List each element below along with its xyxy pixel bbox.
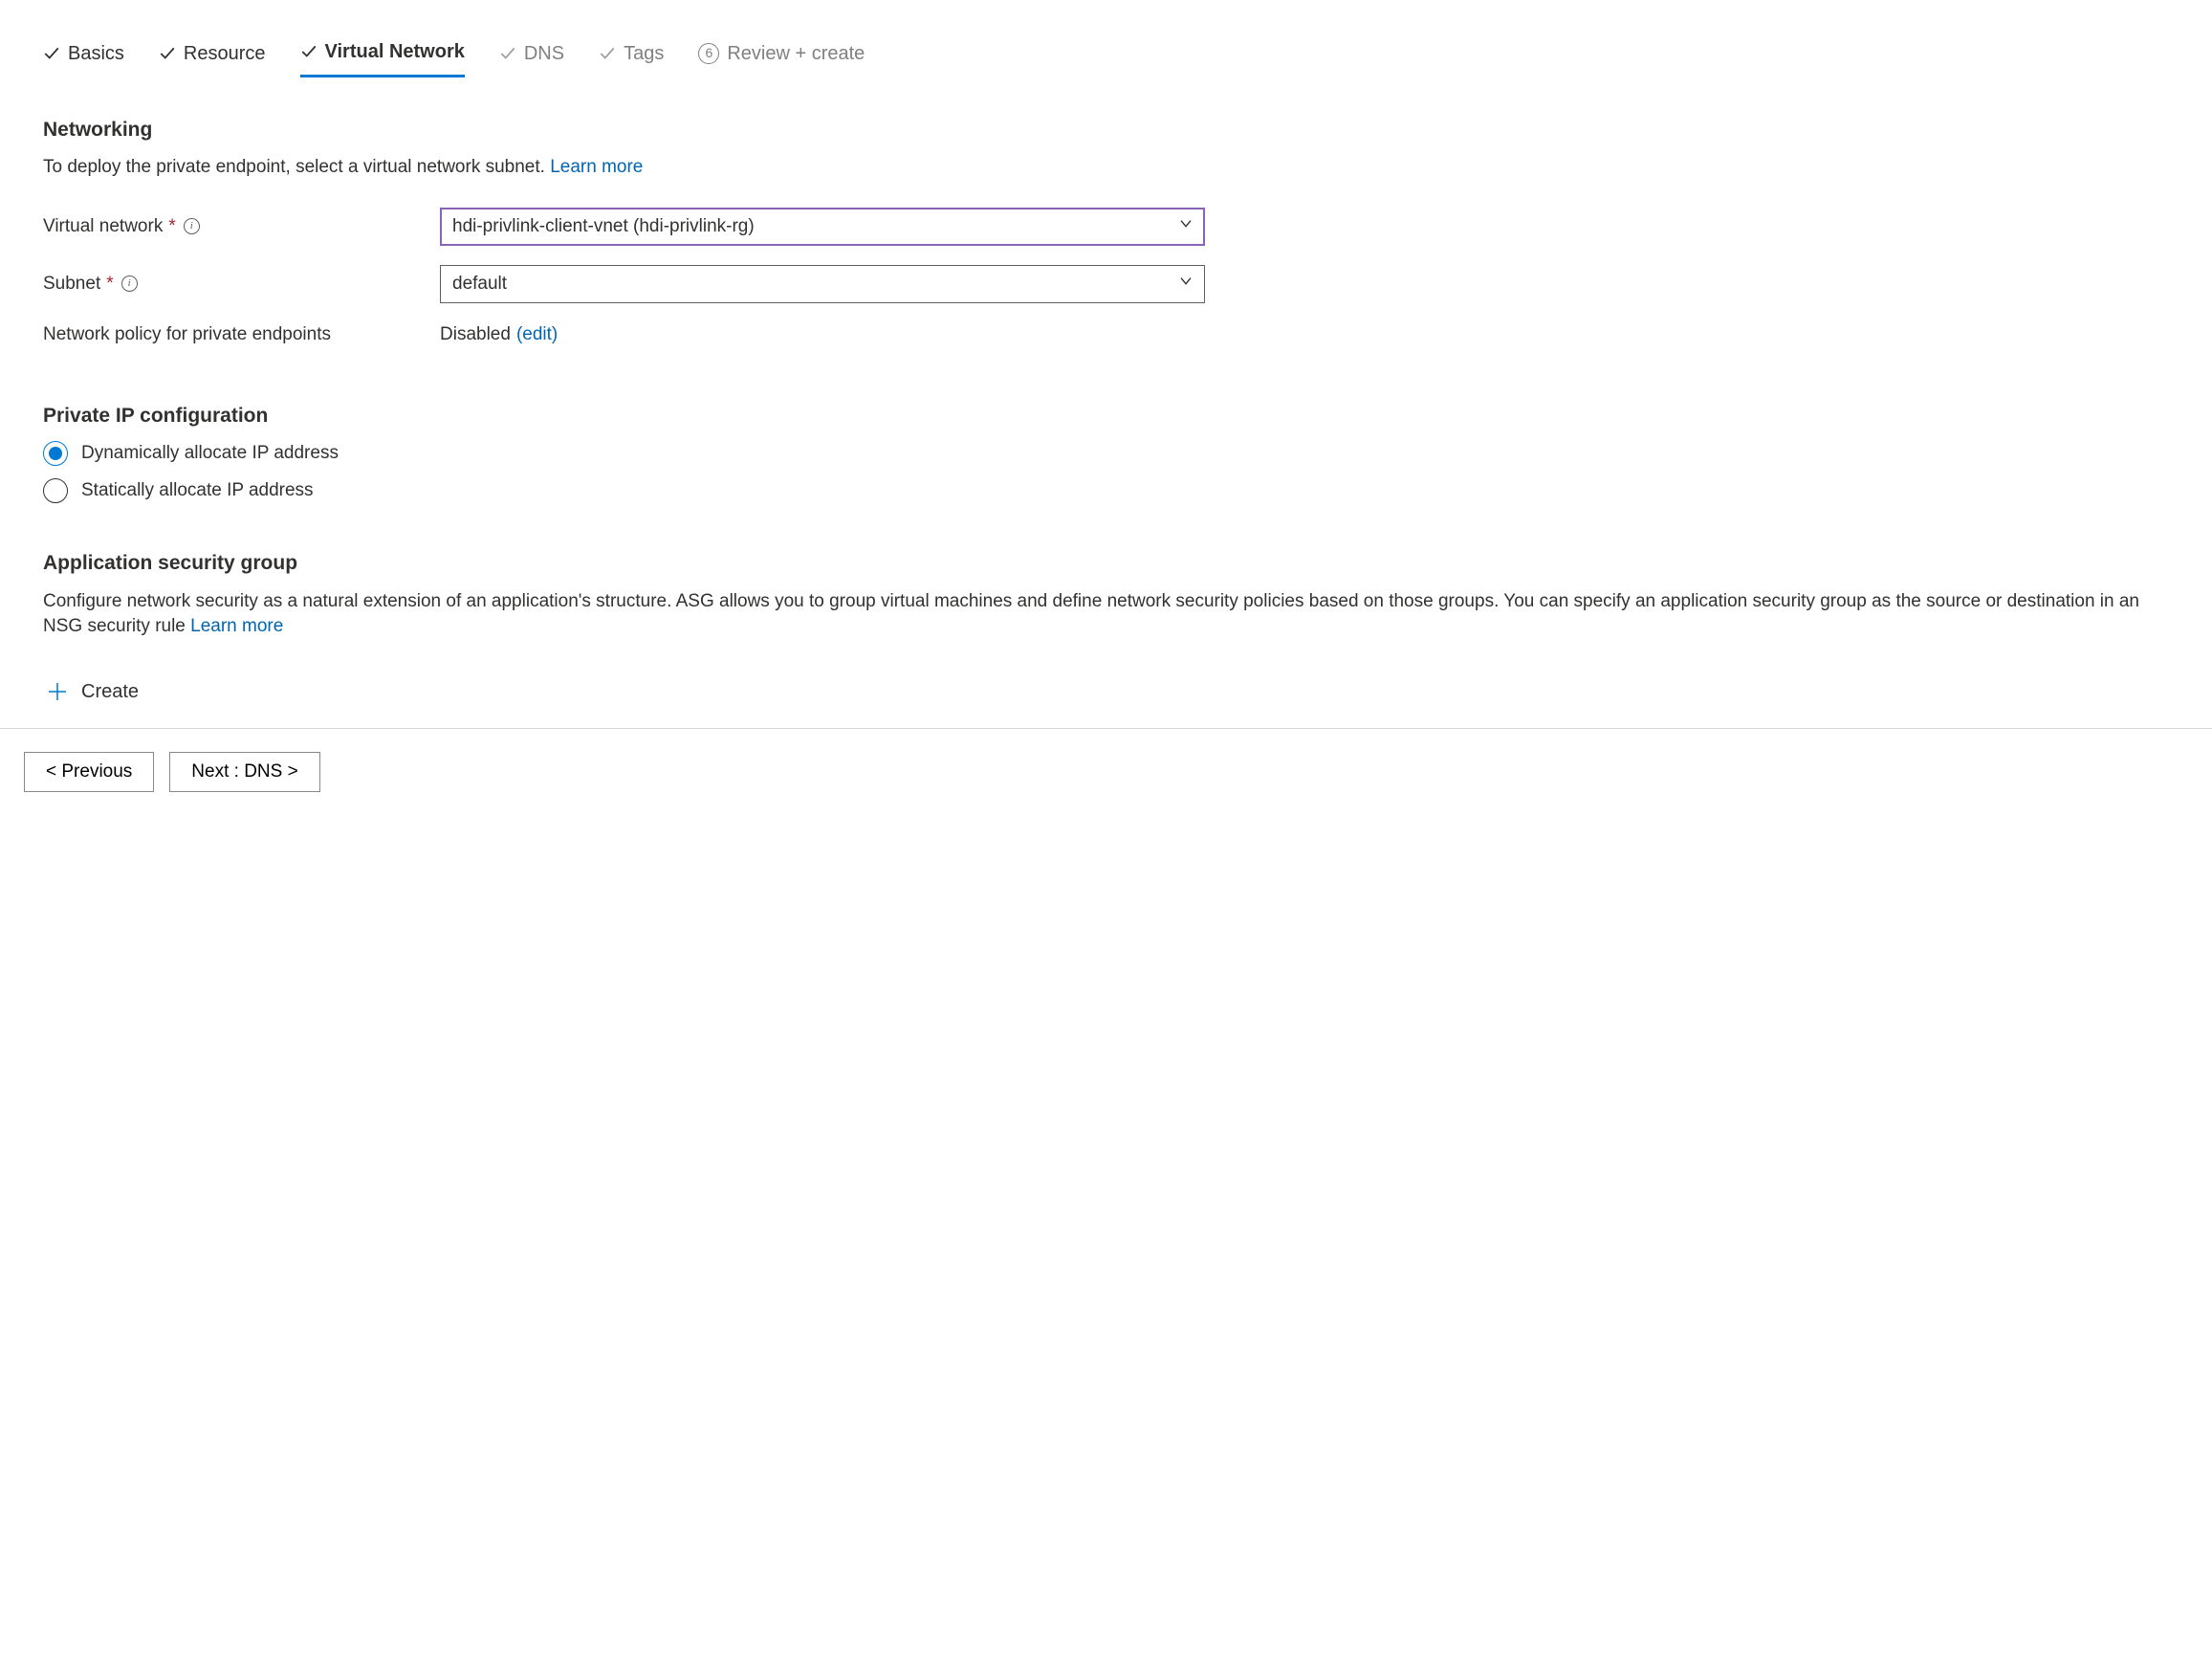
networking-heading: Networking xyxy=(43,116,2169,143)
tab-label: Review + create xyxy=(727,40,865,67)
info-icon[interactable]: i xyxy=(184,218,200,234)
info-icon[interactable]: i xyxy=(121,276,138,292)
tab-label: DNS xyxy=(524,40,564,67)
tab-label: Resource xyxy=(184,40,266,67)
tab-review-create[interactable]: 6 Review + create xyxy=(698,40,865,77)
required-indicator: * xyxy=(168,214,175,240)
edit-link[interactable]: (edit) xyxy=(516,322,558,348)
learn-more-link[interactable]: Learn more xyxy=(190,616,283,636)
create-asg-button[interactable]: Create xyxy=(43,671,142,713)
radio-icon xyxy=(43,478,68,503)
asg-heading: Application security group xyxy=(43,549,2169,577)
check-icon xyxy=(599,45,616,62)
next-button[interactable]: Next : DNS > xyxy=(169,752,319,792)
tab-tags[interactable]: Tags xyxy=(599,40,664,77)
check-icon xyxy=(43,45,60,62)
tab-basics[interactable]: Basics xyxy=(43,40,124,77)
tab-dns[interactable]: DNS xyxy=(499,40,564,77)
wizard-tabs: Basics Resource Virtual Network DNS Tags… xyxy=(43,38,2169,77)
check-icon xyxy=(300,43,318,60)
tab-virtual-network[interactable]: Virtual Network xyxy=(300,38,465,77)
private-ip-heading: Private IP configuration xyxy=(43,402,2169,430)
wizard-footer: < Previous Next : DNS > xyxy=(0,728,2212,815)
plus-icon xyxy=(47,681,68,702)
network-policy-label: Network policy for private endpoints xyxy=(43,322,440,348)
tab-label: Tags xyxy=(624,40,664,67)
check-icon xyxy=(159,45,176,62)
tab-label: Basics xyxy=(68,40,124,67)
radio-static-ip[interactable]: Statically allocate IP address xyxy=(43,478,2169,504)
step-number-icon: 6 xyxy=(698,43,719,64)
previous-button[interactable]: < Previous xyxy=(24,752,154,792)
tab-resource[interactable]: Resource xyxy=(159,40,266,77)
check-icon xyxy=(499,45,516,62)
private-ip-radio-group: Dynamically allocate IP address Statical… xyxy=(43,441,2169,503)
subnet-select[interactable]: default xyxy=(440,265,1205,303)
subnet-label: Subnet * i xyxy=(43,272,440,298)
learn-more-link[interactable]: Learn more xyxy=(550,157,643,177)
tab-label: Virtual Network xyxy=(325,38,465,65)
networking-description: To deploy the private endpoint, select a… xyxy=(43,155,2169,181)
virtual-network-label: Virtual network * i xyxy=(43,214,440,240)
required-indicator: * xyxy=(106,272,113,298)
virtual-network-select[interactable]: hdi-privlink-client-vnet (hdi-privlink-r… xyxy=(440,208,1205,246)
asg-description: Configure network security as a natural … xyxy=(43,589,2169,640)
radio-icon xyxy=(43,441,68,466)
radio-dynamic-ip[interactable]: Dynamically allocate IP address xyxy=(43,441,2169,467)
network-policy-value: Disabled xyxy=(440,322,511,348)
